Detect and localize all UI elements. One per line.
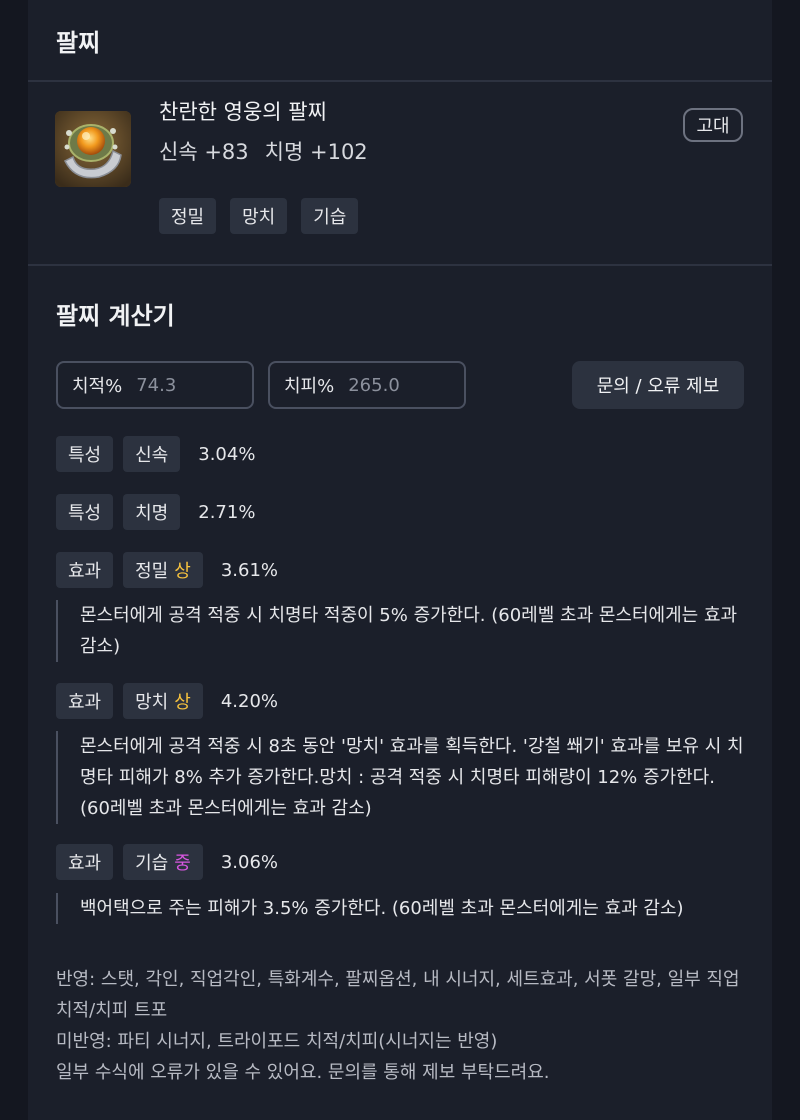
item-stat-speed: 신속 +83	[159, 140, 249, 164]
grade-badge: 고대	[683, 108, 743, 142]
row-value: 4.20%	[220, 690, 278, 712]
result-row: 특성 치명 2.71%	[56, 494, 255, 530]
row-value: 3.06%	[220, 851, 278, 873]
footer-notice: 일부 수식에 오류가 있을 수 있어요. 문의를 통해 제보 부탁드려요.	[56, 1062, 550, 1083]
footer-reflected: 반영: 스탯, 각인, 직업각인, 특화계수, 팔찌옵션, 내 시너지, 세트효…	[56, 969, 740, 1021]
item-stat-crit: 치명 +102	[264, 140, 368, 164]
report-button[interactable]: 문의 / 오류 제보	[572, 361, 744, 409]
row-grade: 중	[174, 853, 191, 874]
row-grade: 상	[174, 692, 191, 713]
header: 팔찌	[28, 0, 772, 82]
row-value: 3.04%	[198, 443, 256, 465]
crit-damage-label: 치피%	[284, 376, 335, 397]
row-name-with-grade: 망치 상	[123, 683, 203, 719]
crit-rate-label: 치적%	[72, 376, 123, 397]
crit-damage-field[interactable]: 치피% 265.0	[268, 361, 466, 409]
item-name: 찬란한 영웅의 팔찌	[159, 100, 327, 124]
item-tag: 기습	[301, 198, 359, 234]
row-name: 신속	[123, 436, 181, 472]
crit-rate-field[interactable]: 치적% 74.3	[56, 361, 254, 409]
footer-notes: 반영: 스탯, 각인, 직업각인, 특화계수, 팔찌옵션, 내 시너지, 세트효…	[56, 964, 746, 1088]
crit-rate-input[interactable]: 74.3	[136, 375, 176, 396]
item-tag: 망치	[230, 198, 288, 234]
bracelet-item-icon	[55, 111, 131, 187]
row-name: 치명	[123, 494, 181, 530]
row-grade: 상	[174, 561, 191, 582]
item-card: 찬란한 영웅의 팔찌 신속 +83 치명 +102 고대 정밀 망치 기습	[28, 82, 772, 266]
row-value: 3.61%	[220, 559, 278, 581]
effect-description: 백어택으로 주는 피해가 3.5% 증가한다. (60레벨 초과 몬스터에게는 …	[56, 893, 746, 924]
row-name-with-grade: 기습 중	[123, 844, 203, 880]
result-row: 효과 정밀 상 3.61%	[56, 552, 278, 588]
footer-not-reflected: 미반영: 파티 시너지, 트라이포드 치적/치피(시너지는 반영)	[56, 1031, 498, 1052]
row-name: 정밀	[135, 561, 169, 582]
result-row: 효과 기습 중 3.06%	[56, 844, 278, 880]
item-stats: 신속 +83 치명 +102	[159, 136, 368, 166]
row-kind: 특성	[56, 436, 114, 472]
row-value: 2.71%	[198, 501, 256, 523]
row-kind: 효과	[56, 844, 114, 880]
row-kind: 효과	[56, 552, 114, 588]
effect-description: 몬스터에게 공격 적중 시 치명타 적중이 5% 증가한다. (60레벨 초과 …	[56, 600, 746, 662]
row-name-with-grade: 정밀 상	[123, 552, 203, 588]
row-name: 망치	[135, 692, 169, 713]
crit-damage-input[interactable]: 265.0	[348, 375, 400, 396]
item-tags: 정밀 망치 기습	[159, 198, 359, 234]
bracelet-panel: 팔찌 찬란한 영웅의 팔찌 신속 +83 치명 +102 고대 정밀 망치 기습…	[28, 0, 772, 1120]
row-kind: 효과	[56, 683, 114, 719]
row-kind: 특성	[56, 494, 114, 530]
effect-description: 몬스터에게 공격 적중 시 8초 동안 '망치' 효과를 획득한다. '강철 쐐…	[56, 731, 746, 824]
result-row: 특성 신속 3.04%	[56, 436, 255, 472]
page: 팔찌 찬란한 영웅의 팔찌 신속 +83 치명 +102 고대 정밀 망치 기습…	[0, 0, 800, 1120]
row-name: 기습	[135, 853, 169, 874]
calculator-title: 팔찌 계산기	[56, 302, 175, 330]
page-title: 팔찌	[56, 28, 101, 57]
item-tag: 정밀	[159, 198, 217, 234]
result-row: 효과 망치 상 4.20%	[56, 683, 278, 719]
